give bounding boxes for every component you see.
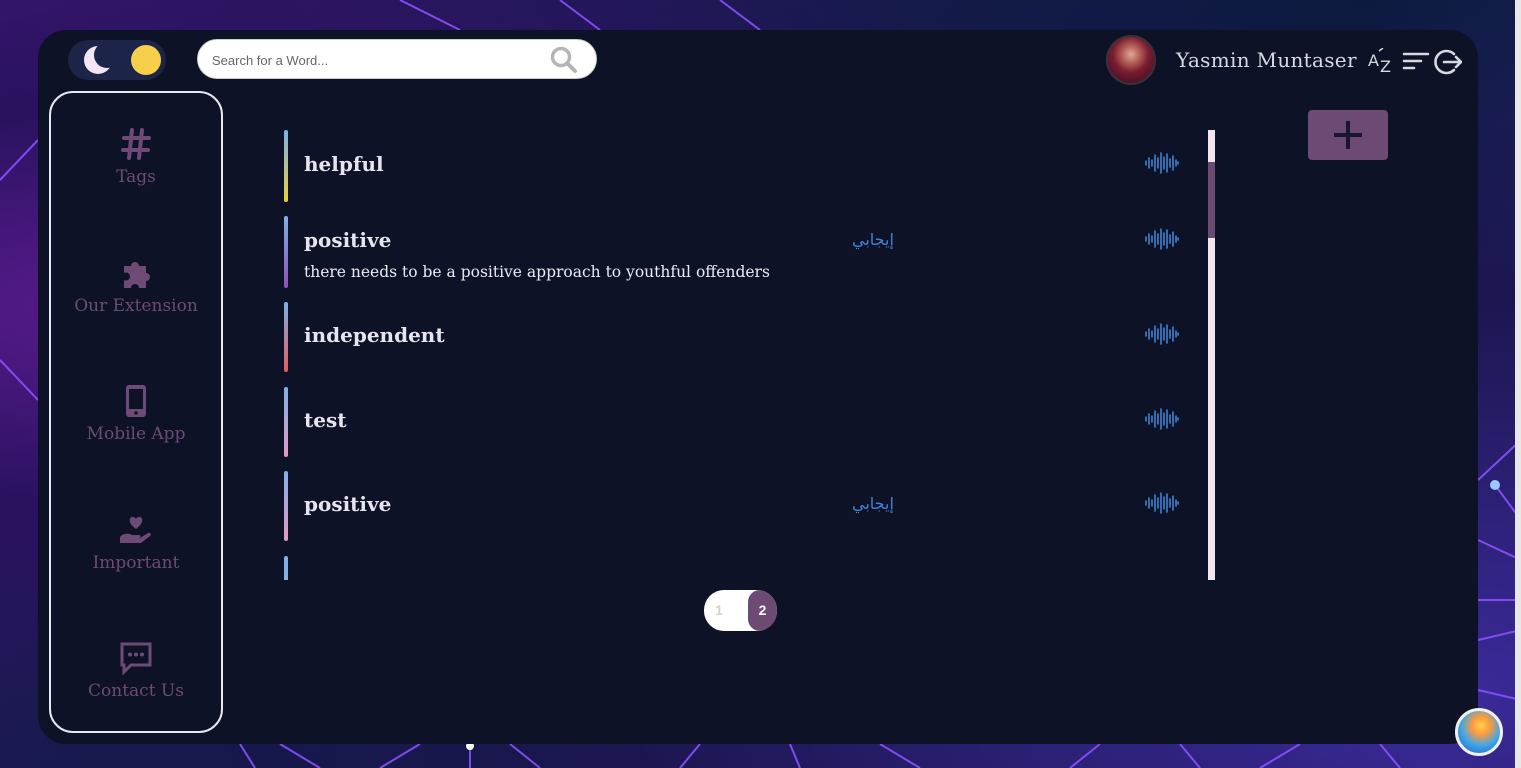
list-item[interactable]: helpful — [284, 130, 1184, 202]
user-name: Yasmin Muntaser — [1176, 48, 1357, 72]
audio-wave-icon[interactable] — [1144, 408, 1180, 430]
scroll-thumb[interactable] — [1208, 162, 1215, 238]
avatar[interactable] — [1106, 35, 1156, 85]
pagination: 1 2 — [704, 590, 777, 631]
theme-toggle[interactable] — [68, 40, 166, 80]
sidebar-item-label: Mobile App — [86, 424, 186, 444]
page-button-2[interactable]: 2 — [748, 590, 777, 631]
app-window: Yasmin Muntaser A Z Tags Ou — [38, 30, 1478, 744]
word-term: test — [304, 408, 347, 432]
logout-icon[interactable] — [1434, 48, 1462, 76]
sidebar-item-label: Our Extension — [74, 296, 198, 316]
sun-icon[interactable] — [131, 45, 161, 75]
word-term: positive — [304, 228, 392, 252]
color-bar — [284, 556, 288, 580]
sidebar-item-label: Contact Us — [88, 681, 184, 701]
svg-text:Z: Z — [1380, 57, 1391, 76]
sidebar-item-mobile-app[interactable]: Mobile App — [51, 384, 221, 444]
color-bar — [284, 387, 288, 457]
add-word-button[interactable] — [1308, 110, 1388, 160]
sort-alpha-icon[interactable]: A Z — [1368, 48, 1396, 76]
audio-wave-icon[interactable] — [1144, 323, 1180, 345]
word-term: positive — [304, 492, 392, 516]
sidebar-item-tags[interactable]: Tags — [51, 127, 221, 187]
audio-wave-icon[interactable] — [1144, 228, 1180, 250]
sidebar-item-label: Tags — [116, 167, 156, 187]
word-translation: إيجابي — [852, 494, 894, 513]
puzzle-icon — [124, 262, 150, 288]
moon-icon[interactable] — [84, 42, 120, 74]
list-scrollbar[interactable] — [1208, 130, 1215, 580]
search-bar — [197, 39, 597, 79]
word-example: there needs to be a positive approach to… — [304, 263, 770, 281]
plus-icon — [1334, 121, 1362, 149]
list-item[interactable]: independent — [284, 302, 1184, 372]
svg-text:A: A — [1368, 51, 1379, 70]
word-list: helpful positive إيجابي there needs to b… — [284, 130, 1214, 580]
color-bar — [284, 216, 288, 288]
floating-widget-button[interactable] — [1455, 708, 1503, 756]
word-term: helpful — [304, 152, 384, 176]
page-button-1[interactable]: 1 — [704, 590, 734, 631]
color-bar — [284, 471, 288, 541]
page-scrollbar[interactable] — [1515, 0, 1521, 768]
heart-hand-icon — [120, 516, 151, 543]
audio-wave-icon[interactable] — [1144, 152, 1180, 174]
sidebar-item-contact-us[interactable]: Contact Us — [51, 641, 221, 701]
list-item[interactable] — [284, 556, 1184, 580]
sidebar: Tags Our Extension Mobile App Important — [49, 91, 223, 733]
list-item[interactable]: positive إيجابي there needs to be a posi… — [284, 216, 1184, 288]
color-bar — [284, 130, 288, 202]
sidebar-item-important[interactable]: Important — [51, 513, 221, 573]
mobile-phone-icon — [126, 385, 146, 417]
sidebar-item-our-extension[interactable]: Our Extension — [51, 256, 221, 316]
list-item[interactable]: test — [284, 387, 1184, 457]
hashtag-icon — [121, 128, 151, 160]
audio-wave-icon[interactable] — [1144, 492, 1180, 514]
sidebar-item-label: Important — [92, 553, 180, 573]
list-item[interactable]: positive إيجابي — [284, 471, 1184, 541]
color-bar — [284, 302, 288, 372]
search-input[interactable] — [210, 48, 534, 72]
word-translation: إيجابي — [852, 230, 894, 249]
sort-lines-icon[interactable] — [1402, 48, 1430, 76]
chat-bubble-icon — [120, 642, 152, 675]
word-term: independent — [304, 323, 445, 347]
search-icon[interactable] — [550, 46, 578, 74]
